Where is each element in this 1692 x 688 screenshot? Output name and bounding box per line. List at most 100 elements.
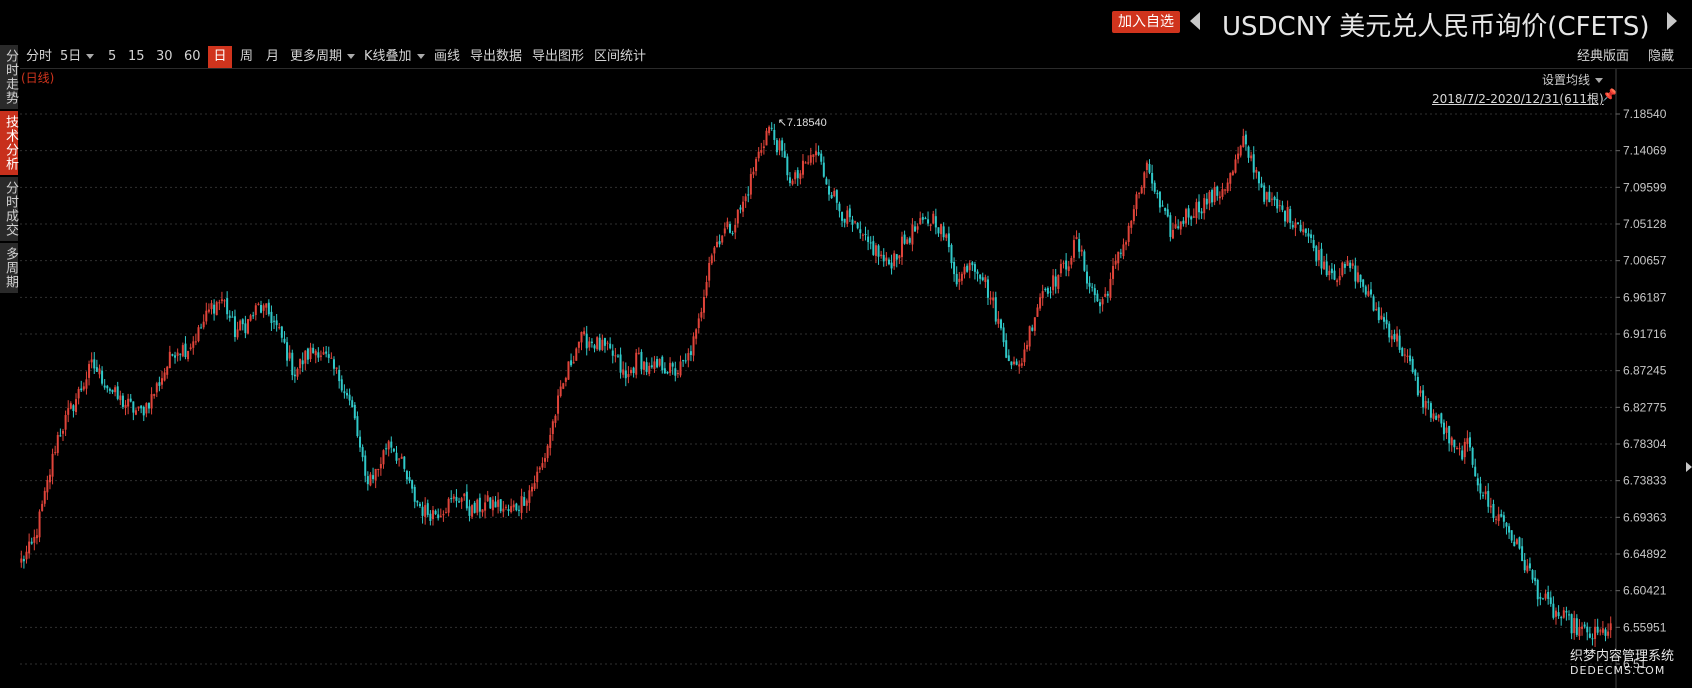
candle-body bbox=[973, 264, 976, 272]
candle-body bbox=[1458, 448, 1461, 450]
y-tick-label: 7.00657 bbox=[1623, 254, 1667, 268]
candle-body bbox=[119, 395, 122, 401]
candle-body bbox=[398, 458, 401, 460]
candle-body bbox=[215, 302, 218, 316]
candle-body bbox=[994, 297, 997, 322]
candle-body bbox=[304, 350, 307, 364]
candle-body bbox=[252, 315, 255, 317]
candle-body bbox=[489, 497, 492, 509]
candle-body bbox=[1508, 526, 1511, 533]
candle-body bbox=[1203, 198, 1206, 214]
candle-body bbox=[408, 477, 411, 481]
candle-body bbox=[1028, 326, 1031, 347]
candle-body bbox=[640, 351, 643, 370]
candle-body bbox=[551, 421, 554, 435]
candle-body bbox=[1476, 478, 1479, 486]
candle-body bbox=[434, 510, 437, 515]
candle-body bbox=[340, 379, 343, 391]
candle-body bbox=[445, 512, 448, 514]
candle-body bbox=[319, 355, 322, 357]
candle-body bbox=[1007, 355, 1010, 361]
candle-body bbox=[577, 341, 580, 348]
candle-body bbox=[275, 320, 278, 326]
candle-body bbox=[411, 480, 414, 489]
candle-body bbox=[676, 372, 679, 374]
candle-body bbox=[189, 347, 192, 350]
candle-body bbox=[731, 233, 734, 235]
candle-body bbox=[601, 339, 604, 350]
candle-body bbox=[606, 342, 609, 344]
candle-body bbox=[947, 233, 950, 248]
candle-body bbox=[702, 297, 705, 313]
candle-body bbox=[880, 254, 883, 257]
candle-body bbox=[684, 360, 687, 362]
candle-body bbox=[1450, 437, 1453, 446]
candle-body bbox=[1320, 248, 1323, 269]
candle-body bbox=[1393, 334, 1396, 340]
candle-body bbox=[184, 343, 187, 357]
y-tick-label: 6.60421 bbox=[1623, 584, 1667, 598]
candle-body bbox=[1125, 242, 1128, 245]
candle-body bbox=[46, 480, 49, 493]
candle-body bbox=[570, 360, 573, 366]
candle-body bbox=[210, 303, 213, 310]
candle-body bbox=[1437, 414, 1440, 418]
candle-body bbox=[1557, 612, 1560, 617]
candle-body bbox=[270, 311, 273, 324]
candle-body bbox=[705, 282, 708, 296]
candle-body bbox=[1581, 626, 1584, 629]
candle-body bbox=[1568, 614, 1571, 616]
candle-body bbox=[478, 497, 481, 512]
candle-body bbox=[1560, 617, 1563, 619]
candle-body bbox=[1252, 154, 1255, 173]
candle-body bbox=[1479, 483, 1482, 494]
candle-body bbox=[1333, 270, 1336, 280]
candle-body bbox=[1502, 515, 1505, 522]
candle-body bbox=[1484, 491, 1487, 495]
candle-body bbox=[98, 368, 101, 375]
candle-body bbox=[1403, 354, 1406, 356]
candle-body bbox=[960, 273, 963, 281]
candle-body bbox=[1463, 441, 1466, 458]
candle-body bbox=[1015, 361, 1018, 365]
candle-body bbox=[801, 160, 804, 175]
candle-body bbox=[541, 463, 544, 468]
candle-body bbox=[80, 388, 83, 391]
candle-body bbox=[142, 406, 145, 416]
candle-body bbox=[895, 254, 898, 260]
candlestick-chart[interactable]: 7.18540 7.14069 7.09599 7.05128 7.00657 6.961… bbox=[0, 0, 1692, 688]
candle-body bbox=[1158, 191, 1161, 208]
candle-body bbox=[968, 262, 971, 271]
candle-body bbox=[1474, 466, 1477, 477]
candle-body bbox=[1281, 205, 1284, 210]
candle-body bbox=[835, 190, 838, 203]
y-tick-label: 7.18540 bbox=[1623, 107, 1667, 121]
candle-body bbox=[616, 355, 619, 357]
candle-body bbox=[38, 511, 41, 538]
candle-body bbox=[463, 493, 466, 497]
candle-body bbox=[697, 318, 700, 328]
candle-body bbox=[1526, 565, 1529, 572]
candle-body bbox=[671, 363, 674, 367]
candle-body bbox=[265, 303, 268, 308]
candle-body bbox=[726, 221, 729, 228]
candle-body bbox=[22, 559, 25, 562]
candle-body bbox=[1544, 593, 1547, 599]
candle-body bbox=[1549, 597, 1552, 604]
candle-body bbox=[781, 140, 784, 151]
candle-body bbox=[645, 362, 648, 372]
candle-body bbox=[562, 383, 565, 389]
candle-body bbox=[1448, 426, 1451, 444]
candle-body bbox=[1390, 335, 1393, 340]
candle-body bbox=[75, 399, 78, 413]
candle-body bbox=[1211, 190, 1214, 203]
candle-body bbox=[557, 395, 560, 414]
candle-body bbox=[1205, 198, 1208, 205]
candle-body bbox=[1505, 522, 1508, 527]
candle-body bbox=[1299, 224, 1302, 231]
candle-body bbox=[752, 171, 755, 175]
y-tick-label: 7.09599 bbox=[1623, 180, 1667, 194]
candle-body bbox=[1198, 201, 1201, 213]
candle-body bbox=[452, 496, 455, 499]
candle-body bbox=[1229, 173, 1232, 184]
